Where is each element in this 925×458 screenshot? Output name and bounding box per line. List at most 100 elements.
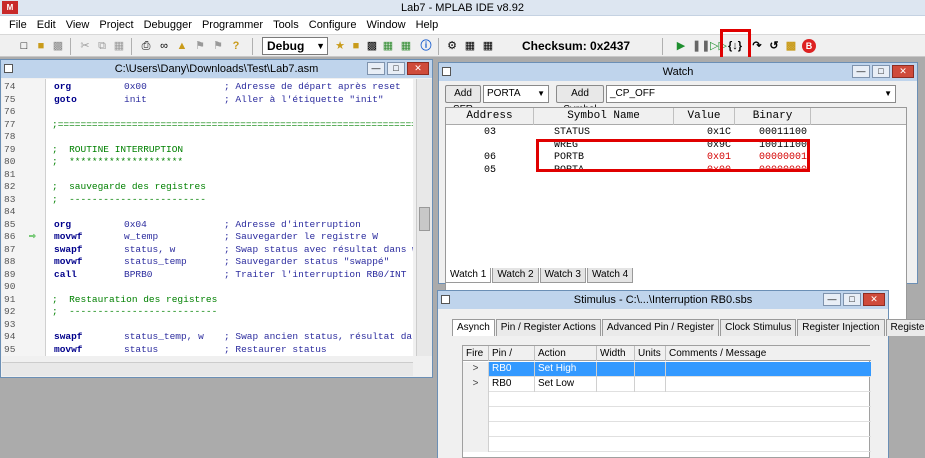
maximize-button[interactable]: □	[872, 65, 890, 78]
maximize-button[interactable]: □	[843, 293, 861, 306]
stimulus-empty-row[interactable]	[463, 437, 871, 452]
minimize-button[interactable]: —	[367, 62, 385, 75]
paste-icon[interactable]: ▦	[112, 39, 126, 53]
chevron-down-icon: ▼	[537, 89, 545, 98]
step-out-icon[interactable]: ↺	[767, 39, 781, 53]
run-icon[interactable]: ▶	[674, 39, 688, 53]
close-button[interactable]: ✕	[407, 62, 429, 75]
tab-asynch[interactable]: Asynch	[452, 319, 495, 336]
fire-button[interactable]: >	[463, 377, 489, 392]
watch-controls: Add SFR PORTA▼ Add Symbol _CP_OFF▼	[445, 85, 897, 115]
next-bookmark-icon[interactable]: ⚑	[211, 39, 225, 53]
save-icon[interactable]: ▩	[51, 39, 65, 53]
menu-window[interactable]: Window	[361, 16, 410, 34]
line-number: 82	[4, 181, 16, 192]
comment: ; Adresse d'interruption	[224, 218, 361, 230]
code-editor[interactable]: 74 org 0x00 ; Adresse de départ après reset…	[2, 79, 413, 356]
column-address[interactable]: Address	[446, 108, 534, 125]
info-icon[interactable]: ⓘ	[419, 39, 433, 53]
read-device-icon[interactable]: ▦	[463, 39, 477, 53]
help-icon[interactable]: ?	[229, 39, 243, 53]
tab-watch-2[interactable]: Watch 2	[492, 268, 539, 283]
breakpoint-icon[interactable]: B	[802, 39, 816, 53]
cut-icon[interactable]: ✂	[78, 39, 92, 53]
save-project-icon[interactable]: ▩	[365, 39, 379, 53]
new-file-icon[interactable]: □	[17, 39, 31, 53]
code-text: ;=======================================…	[52, 118, 413, 130]
stimulus-empty-row[interactable]	[463, 422, 871, 437]
add-sfr-button[interactable]: Add SFR	[445, 85, 481, 115]
build-configuration-select[interactable]: Debug ▼	[262, 37, 328, 55]
watch-address: 05	[483, 164, 496, 172]
line-number: 95	[4, 343, 16, 355]
instruction: call	[54, 268, 77, 280]
menu-file[interactable]: File	[4, 16, 32, 34]
close-button[interactable]: ✕	[892, 65, 914, 78]
menu-debugger[interactable]: Debugger	[139, 16, 197, 34]
menu-edit[interactable]: Edit	[32, 16, 61, 34]
stimulus-action: Set Low	[535, 377, 597, 392]
stimulus-row[interactable]: > RB0 Set Low	[463, 377, 871, 392]
code-text: ; --------------------------	[52, 306, 218, 317]
code-text: ; ********************	[52, 156, 184, 167]
watch-row[interactable]: 03 STATUS 0x1C 00011100	[446, 127, 906, 139]
menu-tools[interactable]: Tools	[268, 16, 304, 34]
tab-watch-1[interactable]: Watch 1	[445, 268, 492, 283]
code-text: swapf status_temp, w ; Swap ancien status,…	[54, 331, 413, 344]
find-in-files-icon[interactable]: ▲	[175, 39, 189, 53]
chevron-down-icon: ▼	[316, 41, 325, 51]
tab-pin-register-actions[interactable]: Pin / Register Actions	[495, 319, 601, 336]
menu-view[interactable]: View	[61, 16, 95, 34]
open-project-icon[interactable]: ■	[349, 39, 363, 53]
tab-register-injection[interactable]: Register Injection	[797, 319, 885, 336]
column-comments[interactable]: Comments / Message	[666, 346, 871, 361]
column-units[interactable]: Units	[635, 346, 666, 361]
tab-advanced-pin-register[interactable]: Advanced Pin / Register	[601, 319, 720, 336]
build-icon[interactable]: ▦	[381, 39, 395, 53]
halt-icon[interactable]: ❚❚	[692, 39, 710, 53]
tab-watch-3[interactable]: Watch 3	[539, 268, 586, 283]
column-fire[interactable]: Fire	[463, 346, 489, 361]
make-icon[interactable]: ▦	[399, 39, 413, 53]
sfr-select[interactable]: PORTA ▼	[483, 85, 549, 103]
stimulus-empty-row[interactable]	[463, 392, 871, 407]
line-number: 94	[4, 331, 16, 342]
menu-project[interactable]: Project	[94, 16, 138, 34]
memory-icon[interactable]: ▦	[481, 39, 495, 53]
editor-vertical-scrollbar[interactable]	[416, 79, 432, 356]
close-button[interactable]: ✕	[863, 293, 885, 306]
copy-icon[interactable]: ⧉	[95, 39, 109, 53]
maximize-button[interactable]: □	[387, 62, 405, 75]
print-icon[interactable]: ⎙	[139, 39, 153, 53]
bookmark-icon[interactable]: ⚑	[193, 39, 207, 53]
column-pin-sfr[interactable]: Pin / SFR	[489, 346, 535, 374]
open-folder-icon[interactable]: ■	[34, 39, 48, 53]
minimize-button[interactable]: —	[823, 293, 841, 306]
editor-horizontal-scrollbar[interactable]	[2, 362, 413, 376]
fire-button[interactable]: >	[463, 362, 489, 377]
minimize-button[interactable]: —	[852, 65, 870, 78]
column-binary[interactable]: Binary	[735, 108, 811, 125]
column-width[interactable]: Width	[597, 346, 635, 361]
tab-register-trace[interactable]: Register Trace	[885, 319, 925, 336]
tab-watch-4[interactable]: Watch 4	[586, 268, 634, 283]
symbol-select[interactable]: _CP_OFF ▼	[606, 85, 896, 103]
operand: BPRB0	[124, 268, 153, 280]
menu-programmer[interactable]: Programmer	[197, 16, 268, 34]
column-action[interactable]: Action	[535, 346, 597, 361]
scroll-thumb[interactable]	[419, 207, 430, 231]
reset-icon[interactable]: ▩	[784, 39, 798, 53]
instruction: movwf	[54, 231, 83, 242]
column-value[interactable]: Value	[674, 108, 735, 125]
column-symbol-name[interactable]: Symbol Name	[534, 108, 674, 125]
step-over-icon[interactable]: ↷	[750, 39, 764, 53]
menu-configure[interactable]: Configure	[304, 16, 362, 34]
menu-help[interactable]: Help	[411, 16, 444, 34]
stimulus-row[interactable]: > RB0 Set High	[463, 362, 871, 377]
stimulus-empty-row[interactable]	[463, 407, 871, 422]
tab-clock-stimulus[interactable]: Clock Stimulus	[720, 319, 797, 336]
add-symbol-button[interactable]: Add Symbol	[556, 85, 604, 115]
find-icon[interactable]: ∞	[157, 39, 171, 53]
new-project-icon[interactable]: ★	[333, 39, 347, 53]
program-device-icon[interactable]: ⚙	[445, 39, 459, 53]
